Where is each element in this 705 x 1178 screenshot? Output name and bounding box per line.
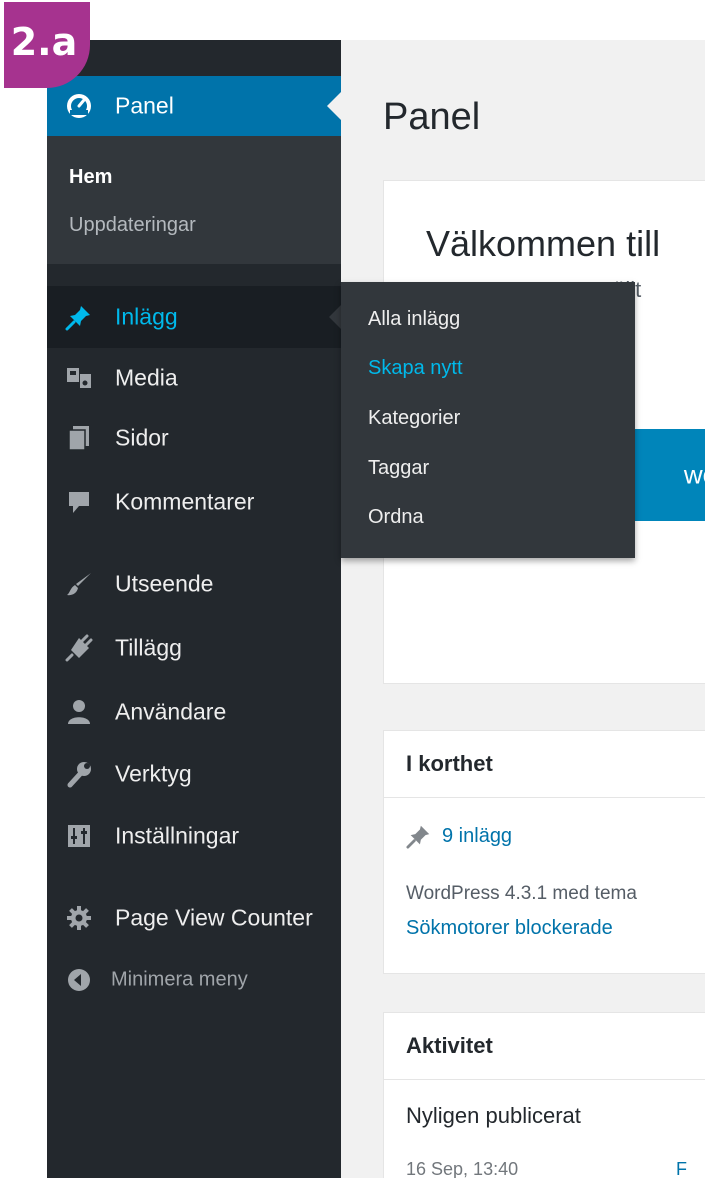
gear-icon — [65, 904, 93, 932]
customize-site-button-label: webb — [683, 459, 705, 490]
sidebar-item-label: Användare — [115, 698, 227, 725]
flyout-item-taggar[interactable]: Taggar — [368, 457, 429, 480]
settings-icon — [65, 822, 93, 850]
sidebar-item-label: Page View Counter — [115, 904, 313, 931]
comment-icon — [65, 488, 93, 516]
main-content: Panel Välkommen till ställt webb eller ä… — [341, 40, 705, 1178]
posts-count-label: 9 inlägg — [442, 824, 513, 847]
wrench-icon — [65, 760, 93, 788]
wordpress-admin-screen: Panel Hem Uppdateringar Inlägg Media Sid… — [47, 40, 705, 1178]
sidebar-item-label: Utseende — [115, 570, 214, 597]
collapse-menu-label: Minimera meny — [111, 968, 248, 991]
sidebar-item-sidor[interactable]: Sidor — [47, 410, 341, 466]
sidebar-item-label: Inlägg — [115, 303, 178, 330]
activity-post-link[interactable]: F — [676, 1159, 687, 1178]
page-title: Panel — [383, 96, 481, 138]
sidebar-item-inlagg[interactable]: Inlägg — [47, 286, 341, 348]
collapse-menu-button[interactable]: Minimera meny — [47, 952, 341, 1008]
sidebar-item-panel[interactable]: Panel — [47, 76, 341, 136]
activity-widget: Aktivitet Nyligen publicerat 16 Sep, 13:… — [383, 1012, 705, 1178]
search-engines-blocked-link[interactable]: Sökmotorer blockerade — [406, 917, 613, 940]
panel-submenu: Hem Uppdateringar — [47, 136, 341, 264]
submenu-item-uppdateringar[interactable]: Uppdateringar — [69, 214, 196, 237]
sidebar-item-anvandare[interactable]: Användare — [47, 684, 341, 740]
pages-icon — [65, 424, 93, 452]
recently-published-heading: Nyligen publicerat — [406, 1103, 581, 1128]
sidebar-item-label: Panel — [115, 92, 174, 119]
at-a-glance-widget: I korthet 9 inlägg WordPress 4.3.1 med t… — [383, 730, 705, 974]
sidebar-item-tillagg[interactable]: Tillägg — [47, 620, 341, 676]
plugin-icon — [65, 634, 93, 662]
admin-sidebar: Panel Hem Uppdateringar Inlägg Media Sid… — [47, 40, 341, 1178]
widget-title: I korthet — [406, 751, 493, 776]
sidebar-item-label: Verktyg — [115, 760, 192, 787]
pin-icon — [65, 303, 93, 331]
flyout-item-alla-inlagg[interactable]: Alla inlägg — [368, 308, 460, 331]
sidebar-item-label: Media — [115, 364, 178, 391]
submenu-item-hem[interactable]: Hem — [69, 166, 112, 189]
dashboard-icon — [65, 92, 93, 120]
widget-header[interactable]: I korthet — [384, 731, 705, 798]
sidebar-item-installningar[interactable]: Inställningar — [47, 808, 341, 864]
welcome-title: Välkommen till — [426, 223, 661, 264]
inlagg-flyout-submenu: Alla inlägg Skapa nytt Kategorier Taggar… — [341, 282, 635, 558]
collapse-icon — [65, 966, 93, 994]
pin-icon — [406, 825, 430, 849]
flyout-item-ordna[interactable]: Ordna — [368, 506, 424, 529]
media-icon — [65, 364, 93, 392]
sidebar-item-media[interactable]: Media — [47, 350, 341, 406]
sidebar-item-utseende[interactable]: Utseende — [47, 556, 341, 612]
sidebar-item-page-view-counter[interactable]: Page View Counter — [47, 890, 341, 946]
widget-header[interactable]: Aktivitet — [384, 1013, 705, 1080]
activity-date: 16 Sep, 13:40 — [406, 1159, 519, 1178]
sidebar-item-label: Inställningar — [115, 822, 240, 849]
sidebar-item-label: Tillägg — [115, 634, 182, 661]
sidebar-item-verktyg[interactable]: Verktyg — [47, 746, 341, 802]
step-badge: 2.a — [4, 2, 90, 88]
sidebar-item-label: Kommentarer — [115, 488, 255, 515]
brush-icon — [65, 570, 93, 598]
flyout-item-skapa-nytt[interactable]: Skapa nytt — [368, 357, 463, 380]
sidebar-item-kommentarer[interactable]: Kommentarer — [47, 474, 341, 530]
wordpress-version-text: WordPress 4.3.1 med tema — [406, 883, 637, 904]
flyout-item-kategorier[interactable]: Kategorier — [368, 407, 460, 430]
widget-title: Aktivitet — [406, 1033, 493, 1058]
sidebar-item-label: Sidor — [115, 424, 169, 451]
users-icon — [65, 698, 93, 726]
posts-count-link[interactable]: 9 inlägg — [406, 823, 512, 849]
